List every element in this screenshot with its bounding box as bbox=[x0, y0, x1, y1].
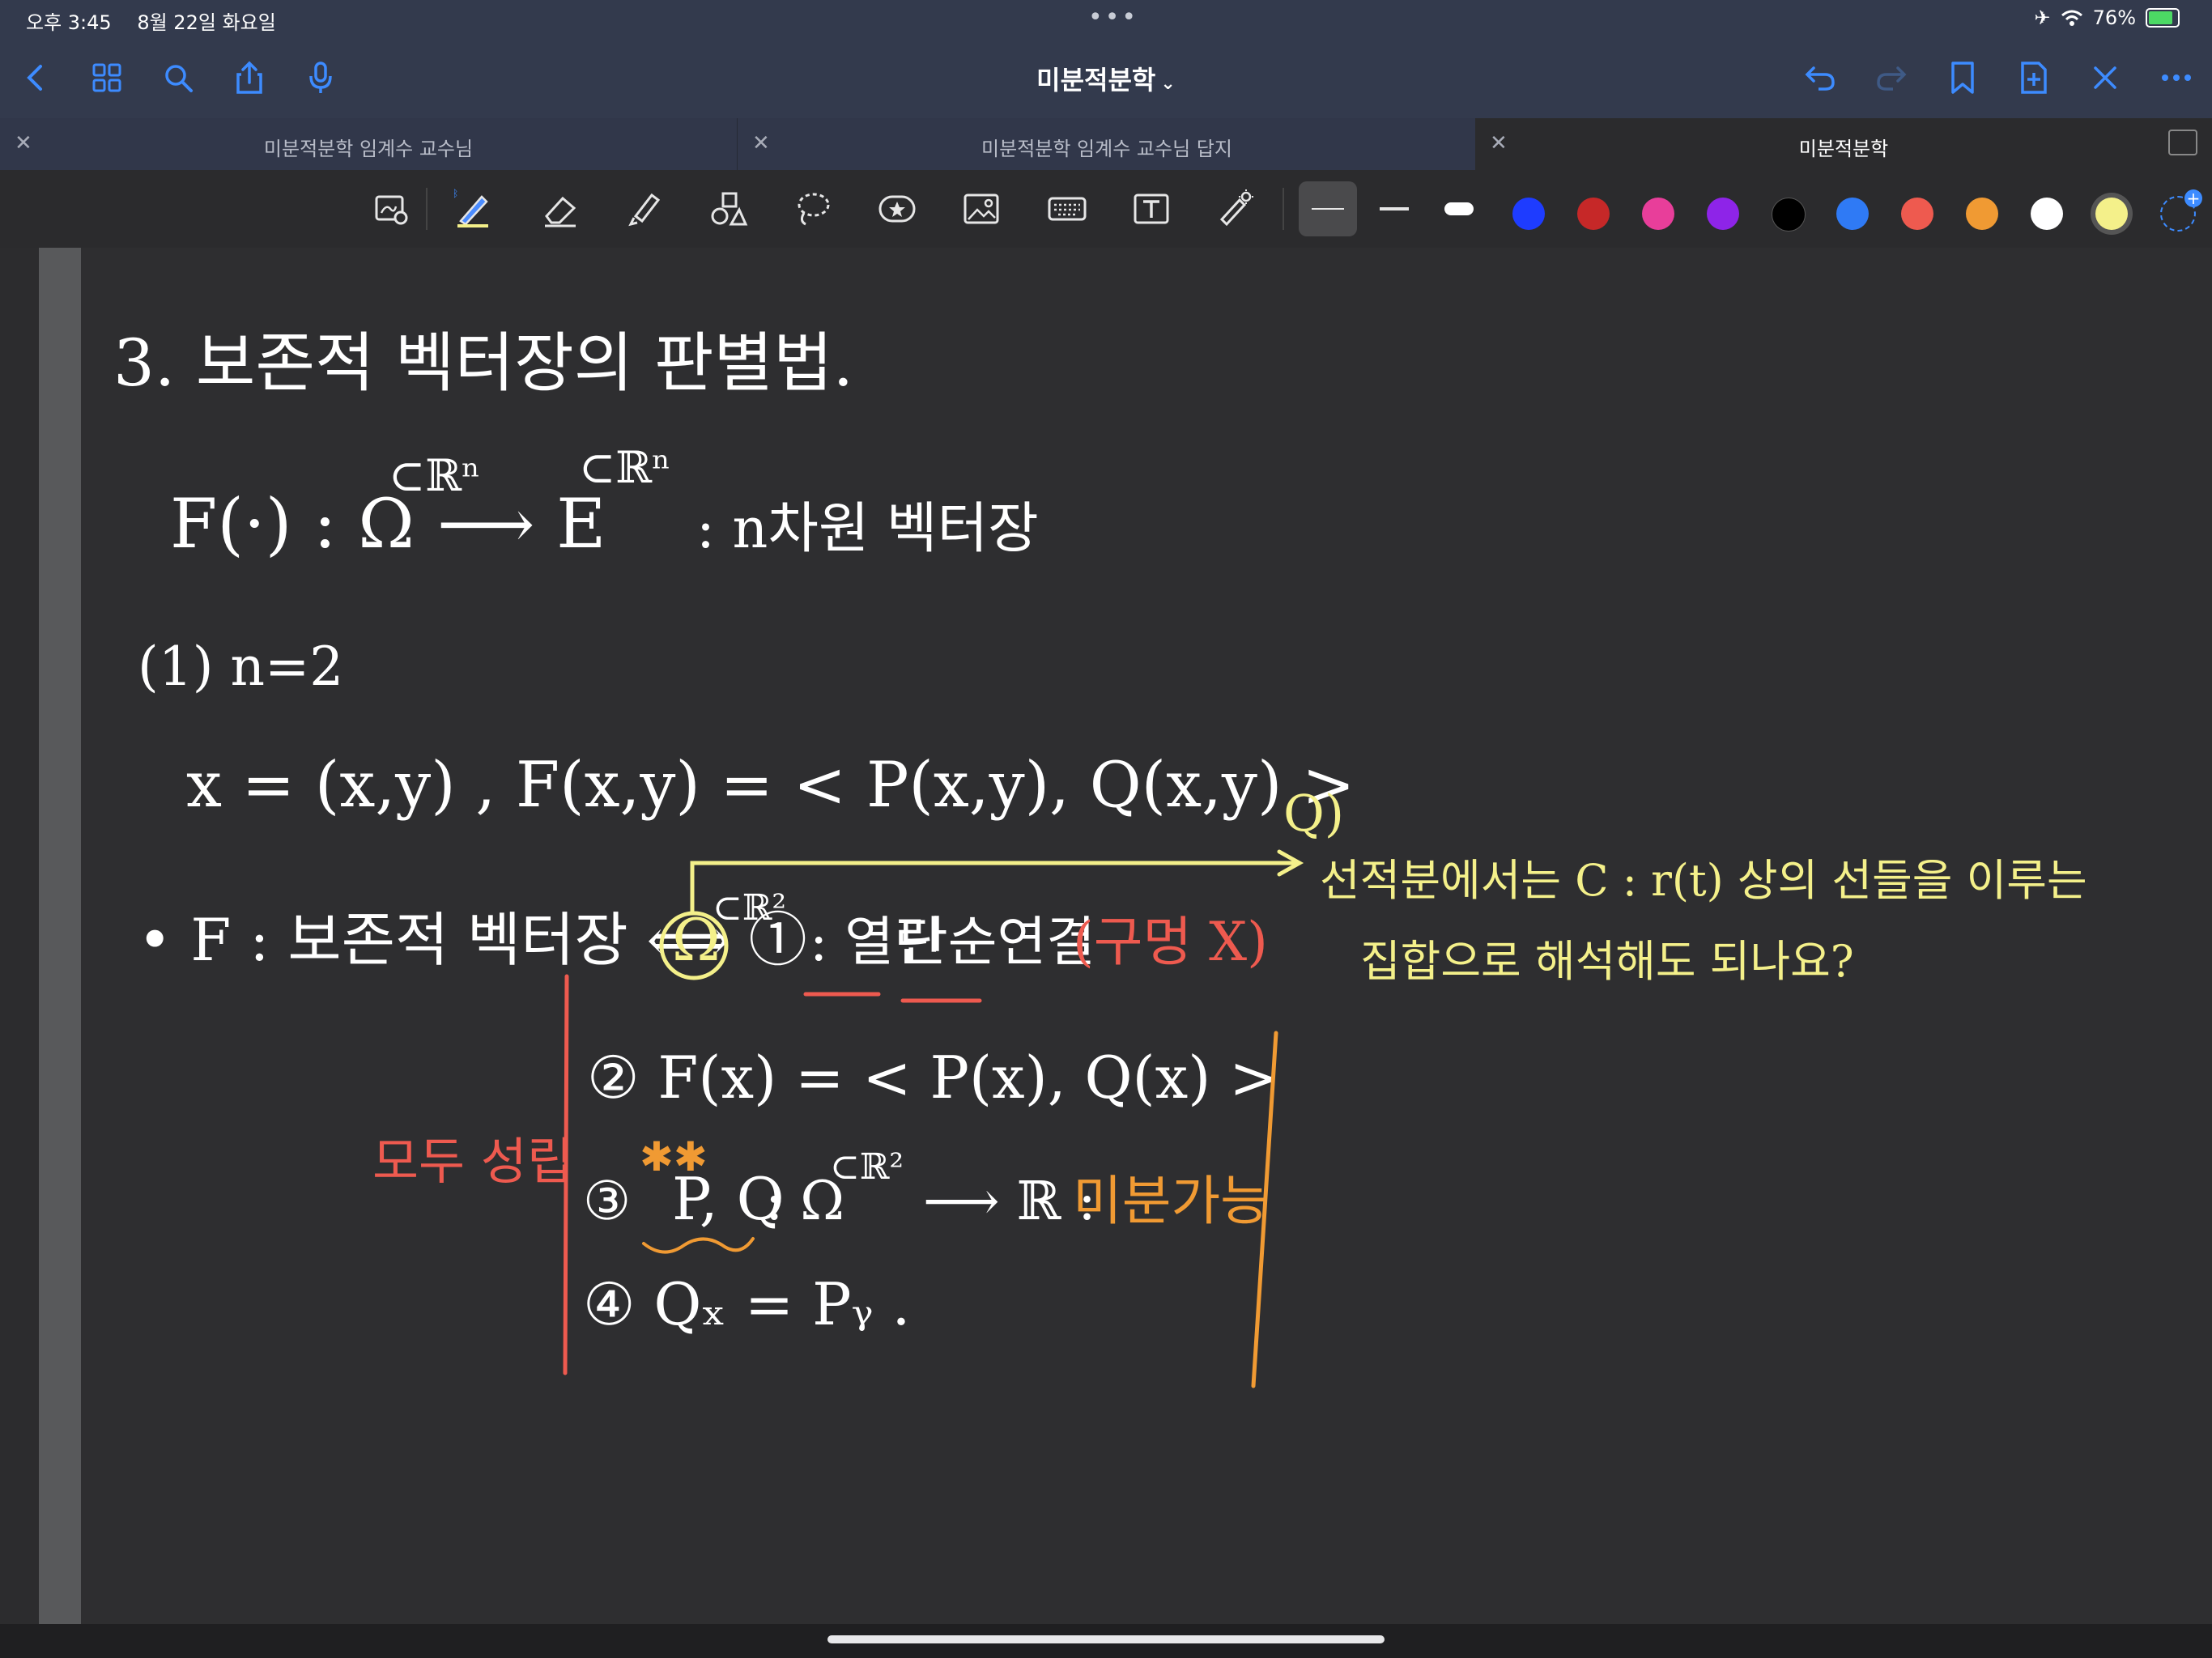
color-swatch[interactable] bbox=[1707, 198, 1739, 230]
keyboard-icon[interactable] bbox=[1044, 186, 1090, 232]
condition3-sup: ⊂ℝ² bbox=[830, 1146, 904, 1188]
more-icon[interactable] bbox=[2154, 55, 2199, 100]
color-swatch[interactable] bbox=[1512, 198, 1545, 230]
back-chevron-icon[interactable] bbox=[13, 55, 58, 100]
condition4: ④ Qₓ = Pᵧ . bbox=[583, 1270, 910, 1338]
drawing-toolbar: ᛒ + bbox=[0, 170, 2212, 249]
definition-line: x = (x,y) , F(x,y) = < P(x,y), Q(x,y) > bbox=[186, 749, 1355, 822]
pen-icon[interactable]: ᛒ bbox=[450, 186, 496, 232]
status-time-date: 오후 3:45 8월 22일 화요일 bbox=[26, 6, 296, 35]
text-box-icon[interactable] bbox=[1129, 186, 1174, 232]
thumbnails-grid-icon[interactable] bbox=[84, 55, 130, 100]
color-swatch[interactable] bbox=[2095, 198, 2128, 230]
condition1-simply-connected: 단순연결 bbox=[899, 911, 1095, 973]
note-page[interactable]: 3. 보존적 벡터장의 판별법. F(·) : Ω ⊂ℝⁿ ⟶ E ⊂ℝⁿ : … bbox=[81, 248, 2212, 1624]
question-line2: 집합으로 해석해도 되나요? bbox=[1360, 936, 1854, 987]
share-icon[interactable] bbox=[227, 55, 272, 100]
tab-label: 미분적분학 임계수 교수님 bbox=[263, 138, 474, 160]
document-title-button[interactable]: 미분적분학 ⌄ bbox=[1012, 60, 1200, 97]
color-swatch[interactable] bbox=[1836, 198, 1869, 230]
chevron-down-icon: ⌄ bbox=[1160, 74, 1176, 94]
color-swatch[interactable] bbox=[1577, 198, 1610, 230]
battery-icon bbox=[2146, 8, 2180, 28]
bookmark-icon[interactable] bbox=[1940, 55, 1985, 100]
status-time: 오후 3:45 bbox=[26, 11, 112, 34]
tab-label: 미분적분학 bbox=[1798, 138, 1889, 160]
zoom-window-icon[interactable] bbox=[369, 186, 415, 232]
document-title: 미분적분학 bbox=[1036, 65, 1156, 96]
shapes-icon[interactable] bbox=[706, 186, 751, 232]
app-header: 오후 3:45 8월 22일 화요일 ••• ✈ 76% 미분적분학 ⌄ bbox=[0, 0, 2212, 118]
stroke-medium-button[interactable] bbox=[1365, 181, 1423, 236]
tab-document-1[interactable]: ✕ 미분적분학 임계수 교수님 bbox=[0, 118, 737, 170]
plus-icon: + bbox=[2184, 189, 2202, 207]
eraser-icon[interactable] bbox=[538, 186, 583, 232]
red-side-note: 모두 성립 bbox=[372, 1132, 573, 1191]
condition3-num: ③ bbox=[583, 1170, 631, 1232]
red-bracket-line bbox=[563, 974, 569, 1375]
sticker-icon[interactable] bbox=[874, 186, 920, 232]
search-icon[interactable] bbox=[155, 55, 201, 100]
line1-arrow: ⟶ E bbox=[437, 484, 606, 563]
page-sidebar-strip bbox=[39, 248, 81, 1624]
condition3-codomain: ⟶ ℝ : bbox=[923, 1170, 1096, 1232]
battery-percent: 76% bbox=[2092, 6, 2136, 29]
status-indicators: ✈ 76% bbox=[2035, 6, 2180, 29]
split-view-icon[interactable] bbox=[2168, 130, 2197, 155]
tab-document-3[interactable]: ✕ 미분적분학 bbox=[1475, 118, 2212, 170]
tab-label: 미분적분학 임계수 교수님 답지 bbox=[981, 138, 1232, 160]
add-color-button[interactable]: + bbox=[2160, 189, 2202, 232]
status-date: 8월 22일 화요일 bbox=[137, 11, 276, 34]
wifi-icon bbox=[2061, 10, 2082, 26]
condition2: ② F(x) = < P(x), Q(x) > bbox=[587, 1044, 1278, 1112]
toolbar-divider bbox=[426, 188, 428, 230]
color-swatch[interactable] bbox=[1901, 198, 1933, 230]
tab-document-2[interactable]: ✕ 미분적분학 임계수 교수님 답지 bbox=[737, 118, 1476, 170]
case1-text: (1) n=2 bbox=[138, 636, 343, 698]
star-mark-icon: ✱✱ bbox=[640, 1133, 708, 1180]
heading-text: 3. 보존적 벡터장의 판별법. bbox=[113, 325, 853, 401]
line1-rhs: : n차원 벡터장 bbox=[696, 497, 1039, 561]
omega-sup: ⊂ℝ² bbox=[713, 887, 786, 929]
status-bar: 오후 3:45 8월 22일 화요일 ••• ✈ 76% bbox=[0, 0, 2212, 37]
condition1-red-note: (구멍 X) bbox=[1073, 911, 1268, 973]
color-swatch[interactable] bbox=[2031, 198, 2063, 230]
handwriting-layer: 3. 보존적 벡터장의 판별법. F(·) : Ω ⊂ℝⁿ ⟶ E ⊂ℝⁿ : … bbox=[113, 325, 2087, 1388]
color-swatch[interactable] bbox=[1642, 198, 1674, 230]
undo-icon[interactable] bbox=[1797, 55, 1843, 100]
condition3-differentiable: 미분가능 bbox=[1073, 1170, 1270, 1232]
pq-squiggle bbox=[642, 1237, 755, 1254]
microphone-icon[interactable] bbox=[298, 55, 343, 100]
question-label: Q) bbox=[1283, 784, 1344, 843]
question-line1: 선적분에서는 C : r(t) 상의 선들을 이루는 bbox=[1320, 855, 2087, 906]
highlighter-icon[interactable] bbox=[622, 186, 667, 232]
close-pen-mode-icon[interactable] bbox=[2082, 55, 2128, 100]
svg-text:ᛒ: ᛒ bbox=[453, 189, 458, 199]
line1-lhs: F(·) : Ω bbox=[170, 484, 415, 563]
lasso-icon[interactable] bbox=[790, 186, 836, 232]
toolbar-divider bbox=[1283, 188, 1284, 230]
laser-pointer-icon[interactable] bbox=[1213, 186, 1258, 232]
color-swatch[interactable] bbox=[1772, 198, 1806, 232]
stroke-thin-button[interactable] bbox=[1299, 181, 1357, 236]
note-canvas[interactable]: 3. 보존적 벡터장의 판별법. F(·) : Ω ⊂ℝⁿ ⟶ E ⊂ℝⁿ : … bbox=[0, 248, 2212, 1624]
airplane-icon: ✈ bbox=[2034, 6, 2051, 29]
home-indicator[interactable] bbox=[827, 1635, 1385, 1643]
multitasking-dots-icon[interactable]: ••• bbox=[1088, 3, 1138, 32]
document-tabs: ✕ 미분적분학 임계수 교수님 ✕ 미분적분학 임계수 교수님 답지 ✕ 미분적… bbox=[0, 118, 2212, 170]
add-page-icon[interactable] bbox=[2011, 55, 2057, 100]
line1-sup2: ⊂ℝⁿ bbox=[579, 442, 670, 493]
image-icon[interactable] bbox=[959, 186, 1004, 232]
color-swatch[interactable] bbox=[1966, 198, 1998, 230]
stroke-thick-button[interactable] bbox=[1430, 181, 1488, 236]
redo-icon[interactable] bbox=[1869, 55, 1914, 100]
navigation-bar: 미분적분학 ⌄ bbox=[0, 37, 2212, 118]
